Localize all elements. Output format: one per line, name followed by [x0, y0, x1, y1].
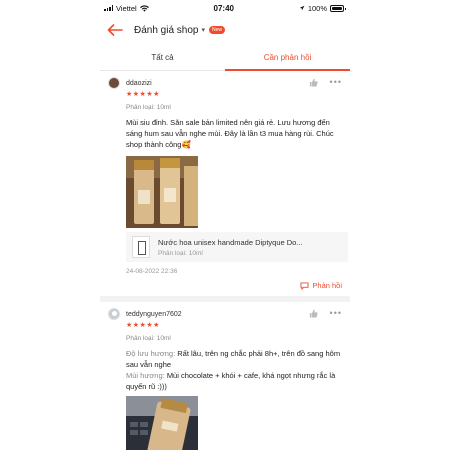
- review-date: 24-08-2022 22:36: [126, 268, 178, 275]
- more-icon[interactable]: •••: [330, 308, 342, 318]
- reply-button[interactable]: Phản hồi: [108, 281, 342, 290]
- review-username: teddynguyen7602: [126, 310, 182, 318]
- review-content: Mùi siu đỉnh. Săn sale bản limited nên g…: [126, 118, 334, 149]
- signal-icon: [104, 5, 113, 11]
- product-variant: Phân loại: 10ml: [158, 249, 203, 257]
- more-icon[interactable]: •••: [330, 77, 342, 87]
- new-badge: New: [209, 26, 226, 34]
- review-actions: •••: [309, 308, 342, 318]
- review-variant: Phân loại: 10ml: [126, 335, 171, 342]
- page-header: Đánh giá shop ▾ New: [100, 15, 350, 45]
- thumbs-up-icon[interactable]: [309, 309, 318, 318]
- product-card[interactable]: Nước hoa unisex handmade Diptyque Do... …: [126, 232, 348, 262]
- review-item: ddaozizi ••• ★★★★★ Phân loại: 10ml Mùi s…: [100, 71, 350, 290]
- review-user-row: ddaozizi: [108, 77, 342, 89]
- wifi-icon: [139, 4, 149, 12]
- avatar: [108, 308, 120, 320]
- thumbs-up-icon[interactable]: [309, 78, 318, 87]
- page-title[interactable]: Đánh giá shop: [134, 25, 199, 36]
- carrier-name: Viettel: [116, 3, 137, 13]
- location-icon: [299, 5, 305, 11]
- review-photo[interactable]: [126, 156, 198, 228]
- chevron-down-icon[interactable]: ▾: [202, 26, 206, 34]
- review-variant: Phân loại: 10ml: [126, 104, 171, 111]
- battery-icon: [330, 4, 346, 12]
- attribute-label: Mùi hương:: [126, 371, 165, 380]
- rating-stars: ★★★★★: [126, 91, 160, 98]
- review-username: ddaozizi: [126, 79, 152, 87]
- reply-icon: [300, 281, 309, 290]
- product-thumbnail: [132, 236, 150, 258]
- status-left: Viettel: [104, 4, 149, 13]
- reply-label: Phản hồi: [312, 281, 342, 290]
- review-attribute-longevity: Độ lưu hương: Rất lâu, trên ng chắc phải…: [126, 348, 348, 370]
- review-attribute-scent: Mùi hương: Mùi chocolate + khói + cafe, …: [126, 370, 348, 392]
- tab-bar: Tất cả Cần phản hồi: [100, 45, 350, 71]
- status-right: 100%: [299, 3, 346, 13]
- review-user-row: teddynguyen7602: [108, 308, 342, 320]
- review-photo[interactable]: [126, 396, 198, 450]
- tab-all[interactable]: Tất cả: [100, 45, 225, 70]
- tab-need-reply[interactable]: Cần phản hồi: [225, 45, 350, 71]
- product-info: Nước hoa unisex handmade Diptyque Do... …: [158, 238, 303, 257]
- back-arrow-icon[interactable]: [106, 21, 124, 39]
- review-actions: •••: [309, 77, 342, 87]
- attribute-label: Độ lưu hương:: [126, 349, 176, 358]
- avatar: [108, 77, 120, 89]
- phone-screen: Viettel 07:40 100% Đánh giá shop ▾ New T…: [100, 0, 350, 450]
- battery-percent: 100%: [307, 3, 327, 13]
- rating-stars: ★★★★★: [126, 322, 160, 329]
- status-time: 07:40: [213, 3, 234, 13]
- status-bar: Viettel 07:40 100%: [100, 1, 350, 15]
- review-item: teddynguyen7602 ••• ★★★★★ Phân loại: 10m…: [100, 302, 350, 450]
- product-name: Nước hoa unisex handmade Diptyque Do...: [158, 237, 303, 247]
